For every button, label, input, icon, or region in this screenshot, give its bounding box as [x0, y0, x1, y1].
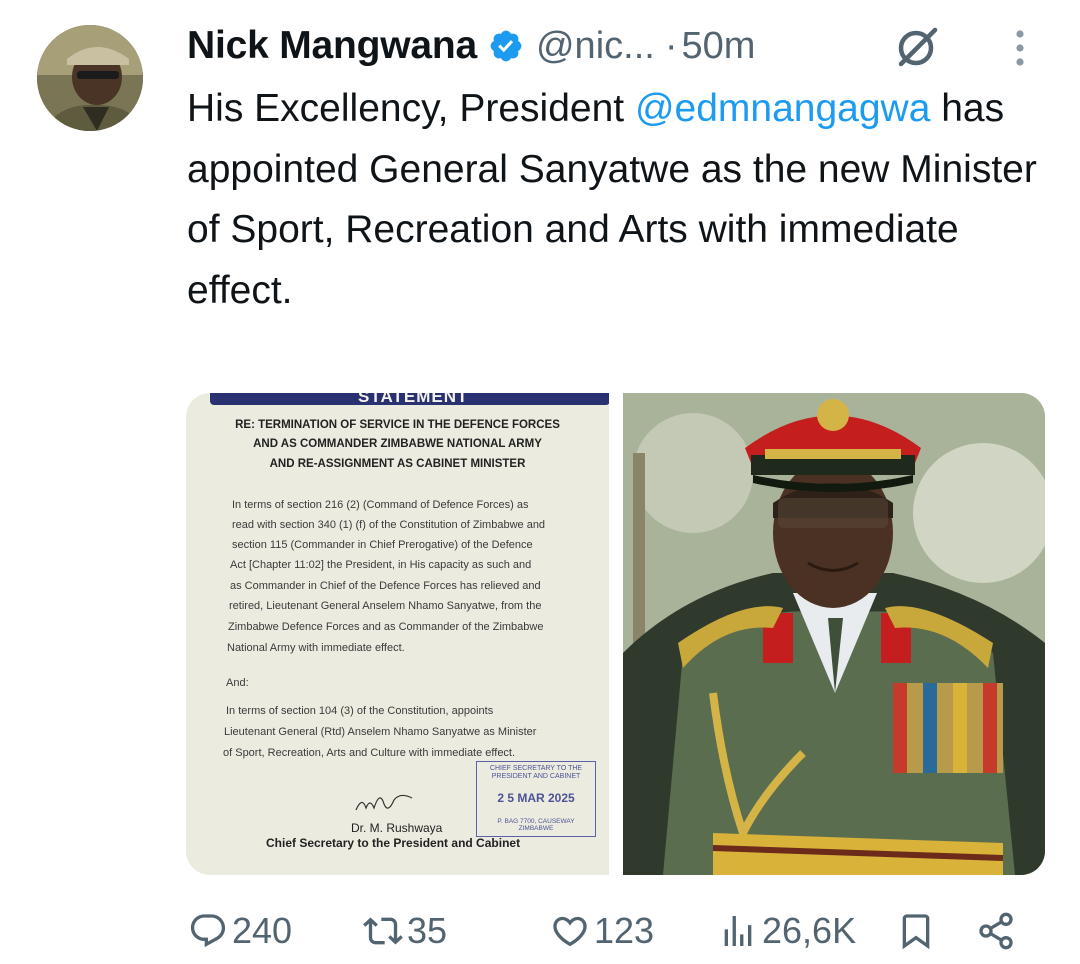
signatory-name: Dr. M. Rushwaya	[351, 821, 443, 835]
bookmark-icon	[902, 914, 930, 950]
like-icon	[553, 916, 587, 947]
separator-dot: ·	[664, 24, 678, 67]
reply-button[interactable]: 240	[188, 905, 292, 957]
document-line: Zimbabwe Defence Forces and as Commander…	[228, 621, 544, 633]
document-and-label: And:	[226, 677, 249, 689]
like-button[interactable]: 123	[550, 905, 654, 957]
stamp-address: P. BAG 7700, CAUSEWAY ZIMBABWE	[477, 818, 595, 832]
share-icon	[979, 912, 1013, 950]
verified-badge-icon	[490, 30, 522, 62]
reply-count: 240	[232, 910, 293, 951]
reply-icon	[190, 914, 226, 948]
stamp-line: P. BAG 7700, CAUSEWAY	[497, 818, 575, 825]
document-line: as Commander in Chief of the Defence For…	[230, 580, 541, 592]
tweet-timestamp[interactable]: 50m	[681, 25, 755, 68]
document-line: read with section 340 (1) (f) of the Con…	[232, 519, 546, 531]
repost-button[interactable]: 35	[363, 905, 447, 957]
tweet-text-part: His Excellency, President	[187, 87, 635, 130]
repost-count: 35	[407, 910, 448, 951]
views-button[interactable]: 26,6K	[718, 905, 856, 957]
tweet-header: Nick Mangwana @nic... · 50m	[187, 18, 755, 74]
document-heading-line: AND AS COMMANDER ZIMBABWE NATIONAL ARMY	[253, 438, 542, 450]
views-count: 26,6K	[762, 910, 857, 951]
views-icon	[724, 916, 752, 946]
tweet-actions: 240 35 123 26,6K	[188, 905, 1028, 957]
signatory-title: Chief Secretary to the President and Cab…	[266, 836, 521, 850]
share-button[interactable]	[976, 905, 1016, 957]
repost-icon	[363, 917, 403, 945]
stamp-line: ZIMBABWE	[518, 825, 554, 832]
document-line: In terms of section 216 (2) (Command of …	[232, 499, 529, 511]
tweet-text: His Excellency, President @edmnangagwa h…	[187, 79, 1047, 321]
stamp-line: PRESIDENT AND CABINET	[491, 773, 581, 780]
grok-icon[interactable]	[895, 24, 941, 70]
tweet-media: STATEMENT RE: TERMINATION OF SERVICE IN …	[186, 393, 1045, 875]
document-line: section 115 (Commander in Chief Prerogat…	[232, 539, 533, 551]
document-text: RE: TERMINATION OF SERVICE IN THE DEFENC…	[186, 393, 609, 875]
more-options-icon[interactable]	[1008, 26, 1032, 70]
stamp-office: CHIEF SECRETARY TO THE PRESIDENT AND CABI…	[477, 765, 595, 781]
author-handle[interactable]: @nic...	[536, 25, 655, 68]
document-line: In terms of section 104 (3) of the Const…	[226, 705, 494, 717]
bookmark-button[interactable]	[896, 905, 936, 957]
document-line: Act [Chapter 11:02] the President, in Hi…	[230, 559, 532, 571]
like-count: 123	[594, 910, 655, 951]
statement-document-image[interactable]: STATEMENT RE: TERMINATION OF SERVICE IN …	[186, 393, 609, 875]
author-name[interactable]: Nick Mangwana	[187, 24, 477, 68]
signature-mark	[355, 794, 413, 811]
general-portrait-image[interactable]	[623, 393, 1045, 875]
document-line: National Army with immediate effect.	[227, 642, 405, 654]
stamp-line: CHIEF SECRETARY TO THE	[489, 765, 583, 772]
document-heading-line: RE: TERMINATION OF SERVICE IN THE DEFENC…	[235, 419, 560, 431]
author-avatar[interactable]	[37, 25, 143, 131]
document-line: Lieutenant General (Rtd) Anselem Nhamo S…	[224, 726, 537, 738]
avatar-image	[37, 25, 143, 131]
document-heading-line: AND RE-ASSIGNMENT AS CABINET MINISTER	[269, 458, 526, 470]
stamp-date: 2 5 MAR 2025	[497, 791, 575, 805]
mention-link[interactable]: @edmnangagwa	[635, 87, 930, 130]
date-stamp: CHIEF SECRETARY TO THE PRESIDENT AND CABI…	[476, 761, 596, 837]
document-line: of Sport, Recreation, Arts and Culture w…	[223, 747, 516, 759]
portrait-illustration	[623, 393, 1045, 875]
document-line: retired, Lieutenant General Anselem Nham…	[229, 600, 542, 612]
